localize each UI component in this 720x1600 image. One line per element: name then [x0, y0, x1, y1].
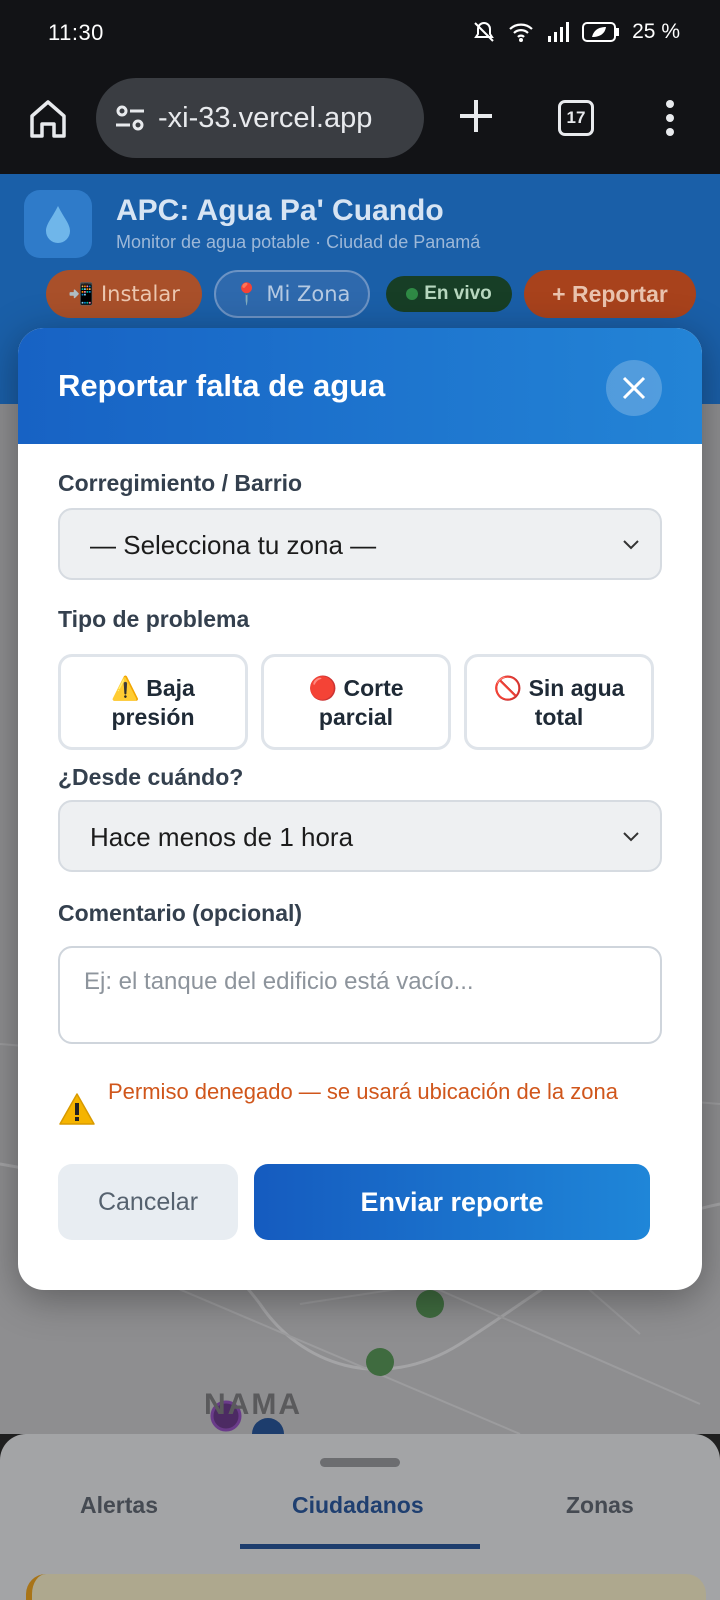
comment-textarea[interactable]: Ej: el tanque del edificio está vacío... [58, 946, 662, 1044]
active-tab-indicator [240, 1544, 480, 1549]
battery-percent: 25 % [632, 20, 680, 43]
live-label: En vivo [424, 283, 492, 304]
bell-muted-icon [472, 20, 496, 44]
alert-card[interactable] [26, 1574, 706, 1600]
report-modal: Reportar falta de agua Corregimiento / B… [18, 328, 702, 1290]
live-badge: En vivo [386, 276, 512, 312]
wifi-icon [508, 21, 534, 43]
since-select-value: Hace menos de 1 hora [90, 822, 354, 852]
browser-toolbar: -xi-33.vercel.app 17 [0, 72, 720, 174]
report-button[interactable]: + Reportar [524, 270, 696, 318]
more-icon[interactable] [660, 98, 680, 138]
tab-ciudadanos[interactable]: Ciudadanos [292, 1492, 424, 1519]
live-dot-icon [406, 288, 419, 300]
warning-text: Permiso denegado — se usará ubicación de… [108, 1079, 618, 1104]
zone-select-value: — Selecciona tu zona — [90, 530, 377, 560]
warning-emoji-icon: ⚠️ [111, 675, 140, 702]
status-time: 11:30 [48, 20, 104, 45]
problem-type-label: Tipo de problema [58, 606, 250, 632]
site-settings-icon[interactable] [112, 100, 148, 136]
new-tab-icon[interactable] [456, 96, 496, 136]
problem-partial-cut-button[interactable]: 🔴 Corte parcial [261, 654, 451, 750]
submit-label: Enviar reporte [360, 1186, 544, 1217]
tab-zonas[interactable]: Zonas [566, 1492, 634, 1519]
submit-report-button[interactable]: Enviar reporte [254, 1164, 650, 1240]
install-button[interactable]: 📲 Instalar [46, 270, 202, 318]
status-bar: 11:30 25 % [0, 0, 720, 72]
my-zone-label: 📍 Mi Zona [233, 281, 351, 306]
problem-partial-cut-line2: parcial [318, 703, 394, 730]
map-city-label: NAMA [204, 1388, 302, 1421]
modal-title: Reportar falta de agua [58, 368, 386, 403]
my-zone-button[interactable]: 📍 Mi Zona [214, 270, 370, 318]
bottom-sheet: Alertas Ciudadanos Zonas [0, 1434, 720, 1600]
comment-placeholder: Ej: el tanque del edificio está vacío... [84, 968, 474, 995]
zone-field-label: Corregimiento / Barrio [58, 470, 303, 496]
modal-header: Reportar falta de agua [18, 328, 702, 444]
problem-no-water-line1: Sin agua [528, 674, 625, 701]
problem-partial-cut-line1: Corte [343, 674, 404, 701]
water-drop-icon [24, 190, 92, 258]
cancel-label: Cancelar [97, 1187, 199, 1216]
home-icon[interactable] [28, 96, 68, 140]
battery-saver-icon [582, 21, 620, 43]
close-icon[interactable] [606, 360, 662, 416]
problem-low-pressure-line2: presión [111, 703, 195, 730]
install-label: 📲 Instalar [68, 281, 180, 306]
problem-low-pressure-line1: Baja [146, 674, 195, 701]
app-subtitle: Monitor de agua potable · Ciudad de Pana… [116, 232, 481, 252]
report-label: + Reportar [552, 280, 668, 307]
prohibited-icon: 🚫 [493, 675, 523, 702]
since-select[interactable]: Hace menos de 1 hora [58, 800, 662, 872]
warning-icon [58, 1092, 96, 1126]
tab-alertas[interactable]: Alertas [80, 1492, 158, 1519]
since-field-label: ¿Desde cuándo? [58, 764, 244, 790]
problem-no-water-line2: total [534, 703, 584, 730]
zone-select[interactable]: — Selecciona tu zona — [58, 508, 662, 580]
signal-icon [546, 21, 570, 43]
chevron-down-icon [622, 538, 640, 552]
drag-handle[interactable] [320, 1458, 400, 1467]
problem-low-pressure-button[interactable]: ⚠️ Baja presión [58, 654, 248, 750]
chevron-down-icon [622, 830, 640, 844]
status-icons: 25 % [472, 20, 680, 44]
app-title: APC: Agua Pa' Cuando [116, 194, 444, 227]
url-text: -xi-33.vercel.app [158, 101, 373, 134]
address-bar[interactable]: -xi-33.vercel.app [96, 78, 424, 158]
tab-count: 17 [566, 108, 586, 127]
cancel-button[interactable]: Cancelar [58, 1164, 238, 1240]
problem-no-water-button[interactable]: 🚫 Sin agua total [464, 654, 654, 750]
tabs-icon[interactable]: 17 [558, 100, 594, 136]
red-circle-icon: 🔴 [308, 675, 338, 702]
comment-field-label: Comentario (opcional) [58, 900, 303, 926]
